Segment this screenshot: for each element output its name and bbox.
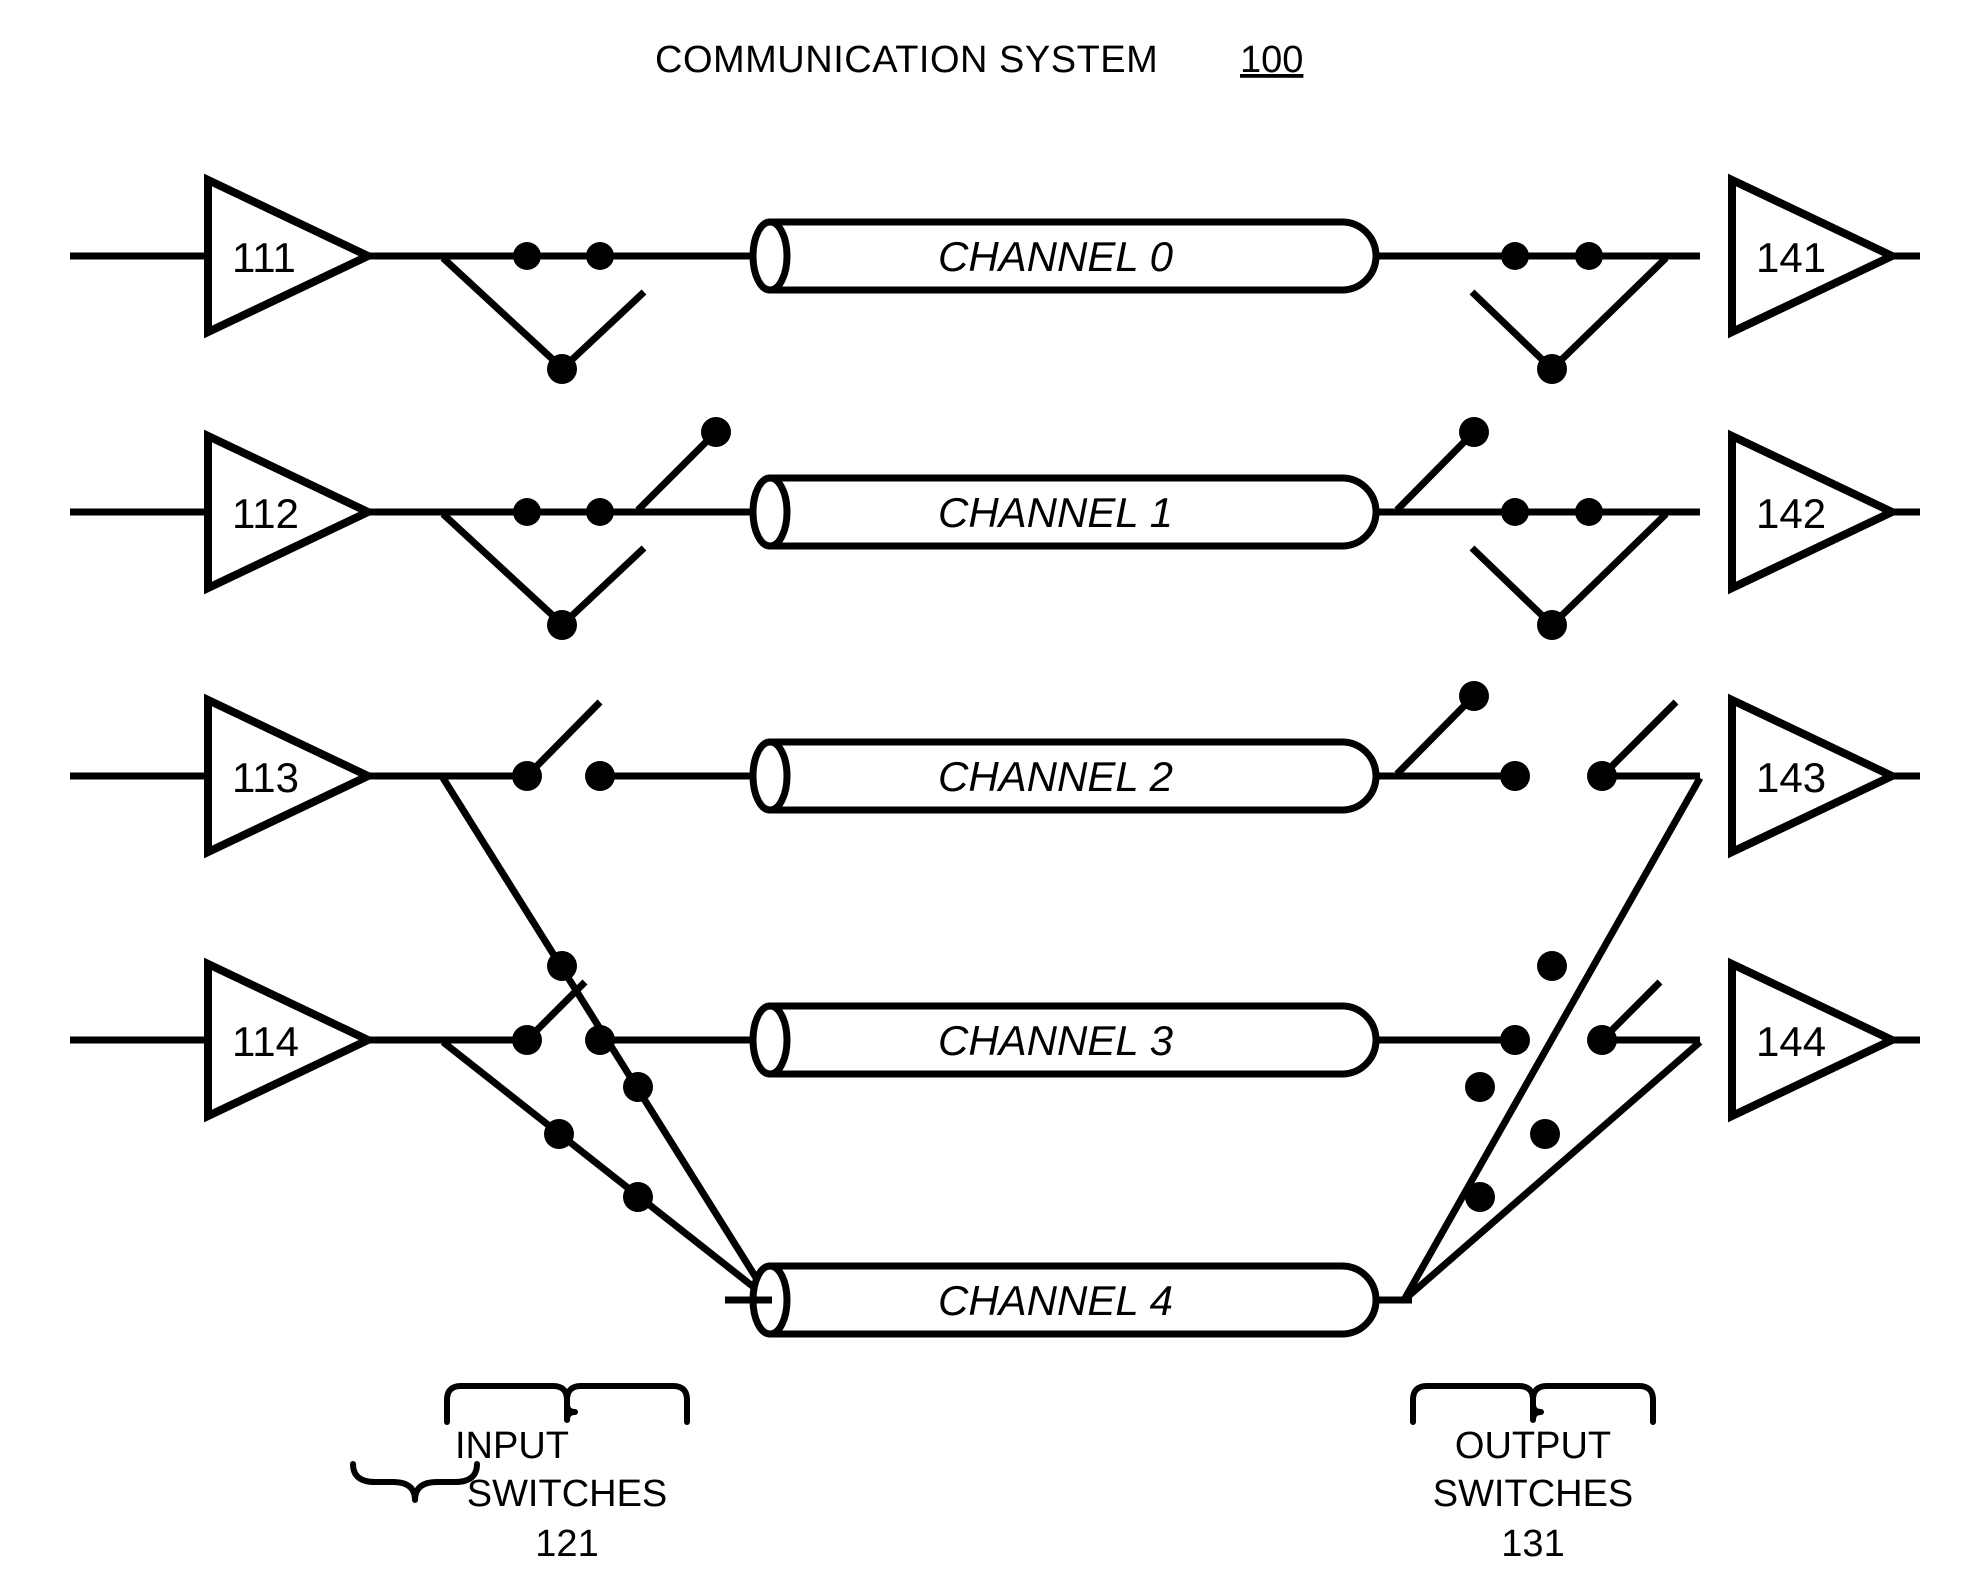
output-branch-1 (1550, 511, 1669, 627)
input-branch-1 (440, 511, 565, 627)
switch-node (544, 1119, 574, 1149)
amplifier-113-label: 113 (232, 754, 299, 801)
channel-4-label: CHANNEL 4 (938, 1277, 1173, 1324)
channel-2-label: CHANNEL 2 (938, 753, 1173, 800)
switch-blade-open[interactable] (524, 699, 603, 779)
switch-blade-open[interactable] (635, 433, 715, 513)
switch-node (547, 951, 577, 981)
contact-node (513, 242, 541, 270)
switch-node (1530, 1119, 1560, 1149)
input-switches-line2: SWITCHES (467, 1473, 668, 1515)
channel-3-label: CHANNEL 3 (938, 1017, 1173, 1064)
switch-blade-open[interactable] (559, 545, 647, 628)
switch-blade-open[interactable] (1469, 289, 1555, 372)
input-switches-ref: 121 (535, 1523, 598, 1565)
figure-canvas: COMMUNICATION SYSTEM 100 111 CHANNEL 0 1… (70, 39, 1920, 1565)
switch-blade-open[interactable] (1394, 697, 1473, 777)
switch-node (1459, 681, 1489, 711)
amplifier-111-label: 111 (232, 234, 296, 281)
switch-node (1465, 1182, 1495, 1212)
switch-node (1459, 417, 1489, 447)
amplifier-143-label: 143 (1756, 754, 1826, 801)
contact-node (1501, 498, 1529, 526)
amplifier-112-label: 112 (232, 490, 299, 537)
amplifier-142-label: 142 (1756, 490, 1826, 537)
contact-node (586, 242, 614, 270)
output-switches-line2: SWITCHES (1433, 1473, 1634, 1515)
channel-1-label: CHANNEL 1 (938, 489, 1173, 536)
channel-3-cap (749, 1002, 791, 1078)
input-switches-brace-shape (444, 1383, 690, 1425)
switch-blade-open[interactable] (1394, 433, 1473, 513)
contact-node (1575, 498, 1603, 526)
output-switches-ref: 131 (1501, 1523, 1564, 1565)
input-crossbar-114-to-ch4 (440, 1039, 773, 1303)
amplifier-141-label: 141 (1756, 234, 1826, 281)
channel-0-label: CHANNEL 0 (938, 233, 1174, 280)
switch-blade-open[interactable] (1599, 979, 1663, 1043)
amplifier-144-label: 144 (1756, 1018, 1826, 1065)
contact-node (1500, 1025, 1530, 1055)
figure-title: COMMUNICATION SYSTEM (655, 39, 1158, 81)
contact-node (513, 498, 541, 526)
output-switches-line1: OUTPUT (1455, 1425, 1611, 1467)
contact-node (586, 498, 614, 526)
contact-node (1501, 242, 1529, 270)
channel-0-cap (749, 218, 791, 294)
output-branch-0 (1550, 255, 1669, 371)
switch-blade-open[interactable] (1469, 545, 1555, 628)
input-switches-line1: INPUT (455, 1425, 569, 1467)
switch-node (701, 417, 731, 447)
output-crossbar-ch4-to-144 (1401, 1039, 1703, 1303)
input-switches-brace (350, 1461, 480, 1503)
switch-node (1465, 1072, 1495, 1102)
contact-node (1575, 242, 1603, 270)
amplifier-114-label: 114 (232, 1018, 299, 1065)
input-branch-0 (440, 255, 565, 371)
switch-blade-open[interactable] (1599, 699, 1679, 779)
switch-node (1537, 951, 1567, 981)
channel-1-cap (749, 474, 791, 550)
switch-blade-open[interactable] (524, 979, 588, 1043)
switch-node (623, 1182, 653, 1212)
figure-title-ref: 100 (1240, 39, 1303, 81)
switch-blade-open[interactable] (559, 289, 647, 372)
output-switches-brace-shape (1410, 1383, 1656, 1425)
channel-2-cap (749, 738, 791, 814)
patent-figure: COMMUNICATION SYSTEM 100 111 CHANNEL 0 1… (0, 0, 1974, 1591)
contact-node (1500, 761, 1530, 791)
switch-node (623, 1072, 653, 1102)
